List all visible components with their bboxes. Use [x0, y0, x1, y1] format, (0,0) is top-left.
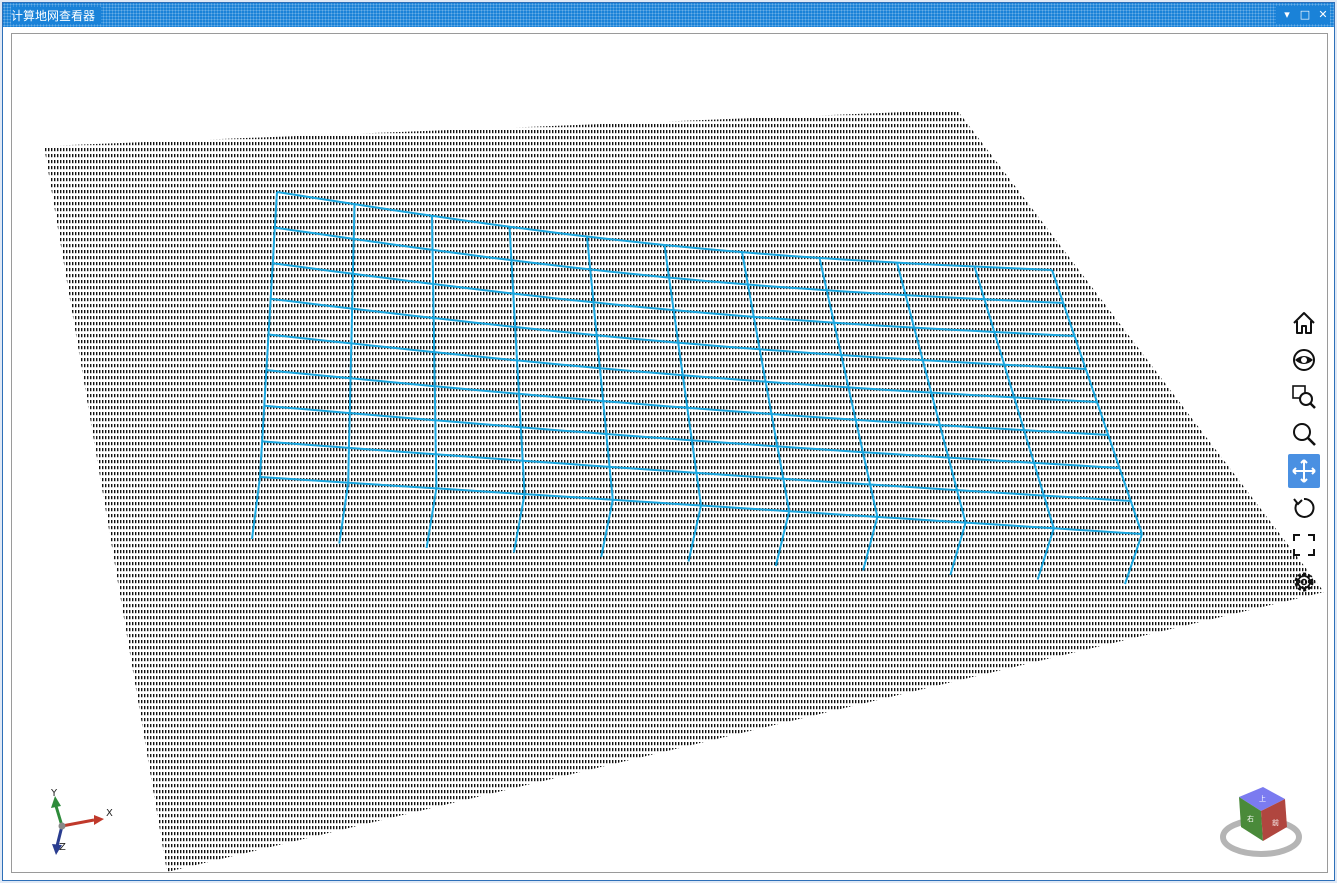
home-icon: [1293, 312, 1315, 334]
dropdown-button[interactable]: ▾: [1280, 6, 1294, 24]
x-axis-label: X: [106, 808, 113, 819]
rotate-icon: [1293, 497, 1315, 518]
eye-icon: [1293, 349, 1315, 371]
fit-all-button[interactable]: [1288, 528, 1320, 562]
view-cube[interactable]: 上 前 右: [1219, 779, 1309, 869]
view-cube-top-label: 上: [1259, 794, 1266, 803]
settings-button[interactable]: [1288, 565, 1320, 599]
close-button[interactable]: ✕: [1316, 6, 1330, 24]
axis-triad: X Y Z: [50, 788, 113, 855]
fit-extents-icon: [1293, 534, 1315, 556]
z-axis-label: Z: [59, 842, 66, 853]
zoom-window-button[interactable]: [1288, 380, 1320, 414]
magnifier-icon: [1293, 423, 1316, 446]
home-view-button[interactable]: [1288, 306, 1320, 340]
scene-canvas[interactable]: [12, 34, 1327, 872]
gear-icon: [1294, 572, 1314, 592]
3d-viewport[interactable]: X Y Z 上 前 右: [11, 33, 1328, 873]
ground-plane: [44, 110, 1324, 872]
maximize-button[interactable]: □: [1298, 6, 1312, 24]
rotate-button[interactable]: [1288, 491, 1320, 525]
zoom-button[interactable]: [1288, 417, 1320, 451]
view-cube-front-label: 前: [1272, 818, 1279, 827]
title-bar[interactable]: 计算地网查看器 ▾ □ ✕: [3, 3, 1334, 27]
view-toolbar: [1287, 306, 1321, 599]
x-axis-arrow: [94, 815, 104, 825]
axis-origin: [58, 822, 66, 830]
zoom-window-icon: [1292, 385, 1316, 409]
viewer-window: 计算地网查看器 ▾ □ ✕ X Y Z 上 前 右: [2, 2, 1335, 881]
pan-button[interactable]: [1288, 454, 1320, 488]
look-at-button[interactable]: [1288, 343, 1320, 377]
y-axis-label: Y: [50, 788, 58, 799]
x-axis-line: [61, 818, 95, 828]
window-controls: ▾ □ ✕: [1276, 6, 1330, 24]
move-icon: [1292, 459, 1316, 483]
window-title: 计算地网查看器: [11, 7, 102, 24]
view-cube-side-label: 右: [1247, 814, 1254, 823]
